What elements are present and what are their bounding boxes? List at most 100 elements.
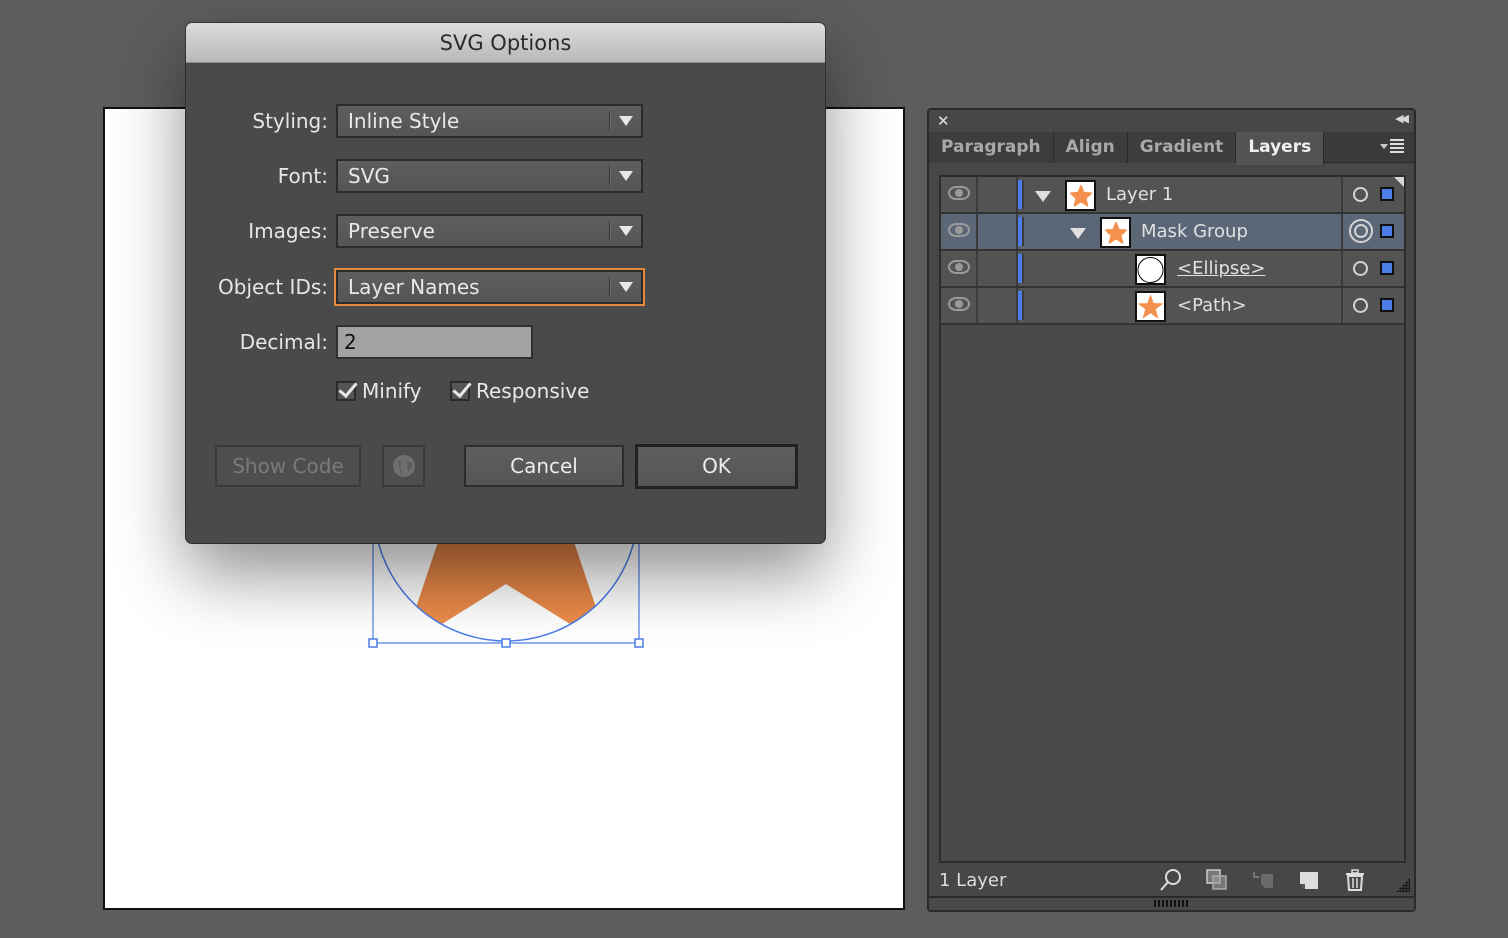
panel-menu-icon[interactable]: [1380, 138, 1408, 156]
tab-layers[interactable]: Layers: [1236, 132, 1325, 165]
menu-lines: [1390, 139, 1404, 153]
object-ids-value: Layer Names: [348, 275, 480, 299]
layer-color-bar: [1018, 217, 1024, 246]
dialog-title: SVG Options: [186, 23, 825, 63]
target-cell: [1341, 288, 1404, 323]
target-cell: [1341, 251, 1404, 286]
collapse-icon[interactable]: ◀◀: [1395, 112, 1409, 125]
styling-select[interactable]: Inline Style: [336, 104, 643, 138]
corner-indicator: [1394, 177, 1404, 187]
layer-row[interactable]: <Ellipse>: [941, 251, 1404, 288]
selection-square-icon[interactable]: [1380, 261, 1394, 275]
selection-square-icon[interactable]: [1380, 224, 1394, 238]
selection-handle: [501, 638, 511, 648]
layer-row[interactable]: Mask Group: [941, 214, 1404, 251]
visibility-toggle[interactable]: [941, 177, 978, 212]
target-circle-icon[interactable]: [1353, 298, 1368, 313]
object-ids-row: Object IDs: Layer Names: [186, 268, 825, 306]
panel-footer: 1 Layer: [929, 864, 1414, 896]
visibility-toggle[interactable]: [941, 214, 978, 249]
layer-thumbnail: [1065, 180, 1096, 211]
styling-label: Styling:: [252, 109, 328, 133]
font-label: Font:: [277, 164, 328, 188]
visibility-toggle[interactable]: [941, 251, 978, 286]
new-sublayer-icon[interactable]: [1251, 868, 1275, 892]
new-layer-icon[interactable]: [1297, 868, 1321, 892]
eye-icon: [948, 297, 970, 311]
layer-name[interactable]: Layer 1: [1106, 177, 1173, 212]
select-separator: [609, 166, 611, 186]
images-select[interactable]: Preserve: [336, 214, 643, 248]
lock-toggle[interactable]: [978, 177, 1018, 212]
layer-color-bar: [1018, 180, 1024, 209]
menu-triangle: [1380, 144, 1388, 149]
lock-toggle[interactable]: [978, 288, 1018, 323]
disclosure-triangle-icon[interactable]: [1070, 228, 1086, 239]
panel-header: ✕ ◀◀: [929, 110, 1414, 132]
selection-handle: [634, 638, 644, 648]
layer-row[interactable]: <Path>: [941, 288, 1404, 325]
layers-panel: ✕ ◀◀ Paragraph Align Gradient Layers Lay…: [927, 108, 1416, 912]
drag-handle[interactable]: [1154, 900, 1190, 907]
ok-button[interactable]: OK: [635, 444, 798, 489]
lock-toggle[interactable]: [978, 251, 1018, 286]
resize-grip[interactable]: [1396, 878, 1410, 892]
layer-name[interactable]: <Ellipse>: [1177, 251, 1265, 286]
disclosure-triangle-icon[interactable]: [1035, 191, 1051, 202]
layers-list: Layer 1 Mask Group <Ellipse> <Path>: [939, 175, 1406, 863]
checkmark-icon[interactable]: [450, 381, 470, 401]
visibility-toggle[interactable]: [941, 288, 978, 323]
close-icon[interactable]: ✕: [937, 112, 950, 130]
eye-icon: [948, 186, 970, 200]
eye-icon: [948, 260, 970, 274]
ellipse-icon: [1137, 256, 1164, 283]
images-row: Images: Preserve: [186, 214, 825, 248]
checkmark-icon[interactable]: [336, 381, 356, 401]
layer-count: 1 Layer: [939, 870, 1007, 891]
select-separator: [609, 221, 611, 241]
layer-thumbnail: [1100, 217, 1131, 248]
trash-icon[interactable]: [1343, 868, 1367, 892]
object-ids-select[interactable]: Layer Names: [334, 268, 645, 306]
decimal-label: Decimal:: [239, 330, 328, 354]
font-select[interactable]: SVG: [336, 159, 643, 193]
selection-handle: [368, 638, 378, 648]
images-label: Images:: [248, 219, 328, 243]
svg-options-dialog: SVG Options Styling: Inline Style Font: …: [186, 23, 825, 543]
target-double-circle-icon[interactable]: [1349, 219, 1373, 243]
eye-icon: [948, 223, 970, 237]
selection-square-icon[interactable]: [1380, 187, 1394, 201]
selection-square-icon[interactable]: [1380, 298, 1394, 312]
target-cell: [1341, 214, 1404, 249]
object-ids-label: Object IDs:: [218, 275, 328, 299]
responsive-checkbox[interactable]: Responsive: [450, 376, 589, 406]
target-circle-icon[interactable]: [1353, 261, 1368, 276]
layer-name[interactable]: <Path>: [1177, 288, 1247, 323]
show-code-button[interactable]: Show Code: [215, 445, 361, 487]
select-separator: [609, 277, 611, 297]
decimal-input[interactable]: 2: [336, 325, 533, 359]
star-icon: [1137, 293, 1164, 319]
select-separator: [609, 111, 611, 131]
web-preview-button[interactable]: [382, 445, 425, 487]
styling-row: Styling: Inline Style: [186, 104, 825, 138]
tab-align[interactable]: Align: [1053, 132, 1128, 163]
chevron-down-icon: [619, 226, 633, 236]
tab-paragraph[interactable]: Paragraph: [929, 132, 1054, 163]
font-row: Font: SVG: [186, 159, 825, 193]
minify-checkbox[interactable]: Minify: [336, 376, 422, 406]
images-value: Preserve: [348, 219, 435, 243]
panel-bottom-bar: [929, 896, 1414, 910]
tab-gradient[interactable]: Gradient: [1127, 132, 1237, 163]
search-icon[interactable]: [1159, 868, 1183, 892]
chevron-down-icon: [619, 282, 633, 292]
font-value: SVG: [348, 164, 390, 188]
cancel-button[interactable]: Cancel: [464, 445, 624, 487]
layer-row[interactable]: Layer 1: [941, 177, 1404, 214]
target-circle-icon[interactable]: [1353, 187, 1368, 202]
star-icon: [1069, 184, 1092, 207]
chevron-down-icon: [619, 116, 633, 126]
layer-name[interactable]: Mask Group: [1141, 214, 1248, 249]
clipping-mask-icon[interactable]: [1205, 868, 1229, 892]
lock-toggle[interactable]: [978, 214, 1018, 249]
